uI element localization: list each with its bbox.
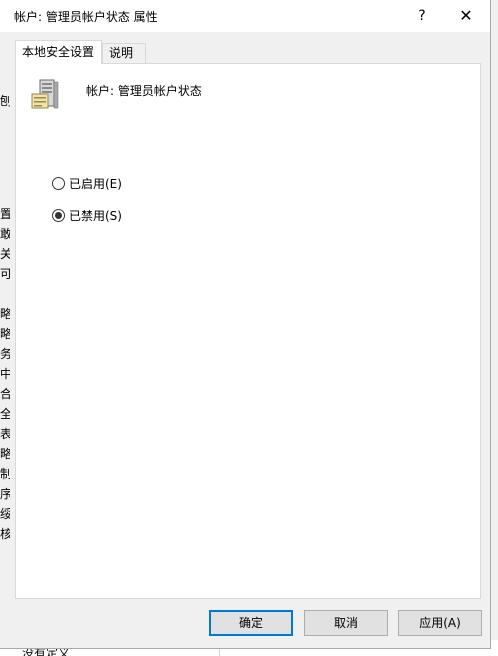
screen: 没有定义 帐户: 管理员帐户状态 属性 ? ✕ 刨 置 敢 关 可 略 略 务 … — [0, 0, 498, 656]
properties-dialog: 帐户: 管理员帐户状态 属性 ? ✕ 刨 置 敢 关 可 略 略 务 中 合 全… — [0, 0, 491, 649]
option-disabled[interactable]: 已禁用(S) — [52, 207, 122, 223]
radio-disabled[interactable] — [52, 208, 65, 222]
tab-explain[interactable]: 说明 — [102, 43, 146, 64]
background-text: 刨 — [0, 94, 10, 108]
server-policy-icon — [31, 79, 59, 109]
radio-enabled[interactable] — [52, 176, 65, 190]
background-text: 全 — [0, 407, 10, 421]
title-bar[interactable]: 帐户: 管理员帐户状态 属性 ? ✕ — [0, 0, 490, 32]
option-disabled-label[interactable]: 已禁用(S) — [69, 207, 122, 224]
background-text: 略 — [0, 447, 10, 461]
option-enabled[interactable]: 已启用(E) — [52, 175, 122, 191]
close-button[interactable]: ✕ — [444, 0, 488, 32]
background-text: 序 — [0, 487, 10, 501]
background-text: 制 — [0, 467, 10, 481]
background-text: 务 — [0, 347, 10, 361]
dialog-title: 帐户: 管理员帐户状态 属性 — [14, 10, 158, 24]
cancel-button[interactable]: 取消 — [304, 610, 388, 636]
ok-button[interactable]: 确定 — [209, 610, 293, 636]
option-enabled-label[interactable]: 已启用(E) — [69, 175, 122, 192]
background-text: 核 — [0, 527, 10, 541]
background-text: 合 — [0, 387, 10, 401]
help-button[interactable]: ? — [400, 0, 444, 32]
tab-panel: 帐户: 管理员帐户状态 已启用(E) 已禁用(S) — [15, 63, 481, 599]
close-icon: ✕ — [459, 6, 473, 25]
background-text: 略 — [0, 307, 10, 321]
background-text: 中 — [0, 367, 10, 381]
background-text: 可 — [0, 267, 10, 281]
background-text: 置 — [0, 207, 10, 221]
background-text: 略 — [0, 327, 10, 341]
tab-local-security-setting[interactable]: 本地安全设置 — [15, 40, 102, 64]
help-icon: ? — [418, 8, 426, 24]
policy-name: 帐户: 管理员帐户状态 — [86, 84, 202, 98]
background-text: 敢 — [0, 227, 10, 241]
apply-button[interactable]: 应用(A) — [398, 610, 482, 636]
background-text: 绥 — [0, 507, 10, 521]
background-text: 关 — [0, 247, 10, 261]
background-text: 表 — [0, 427, 10, 441]
